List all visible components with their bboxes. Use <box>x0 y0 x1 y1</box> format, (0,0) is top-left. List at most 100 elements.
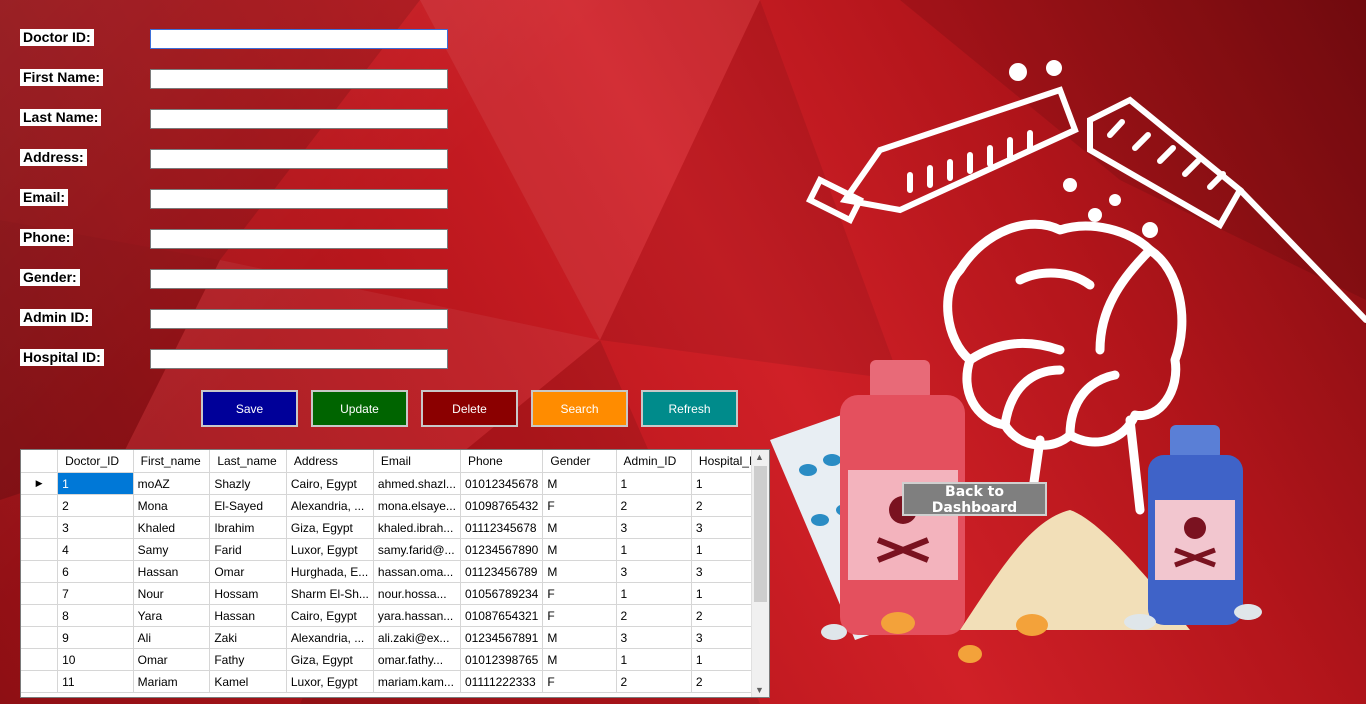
cell-first-name[interactable]: Hassan <box>133 560 211 583</box>
cell-gender[interactable]: M <box>542 538 617 561</box>
table-row[interactable]: 4 Samy Farid Luxor, Egypt samy.farid@... 0123… <box>21 538 769 561</box>
cell-admin-id[interactable]: 1 <box>616 472 692 495</box>
row-header[interactable] <box>21 648 59 671</box>
cell-doctor-id[interactable]: 9 <box>57 626 134 649</box>
scroll-up-icon[interactable]: ▲ <box>755 452 764 462</box>
cell-doctor-id[interactable]: 10 <box>57 648 134 671</box>
vertical-scrollbar[interactable]: ▲ ▼ <box>751 450 769 697</box>
cell-address[interactable]: Giza, Egypt <box>286 516 374 539</box>
column-header-address[interactable]: Address <box>286 450 374 473</box>
cell-last-name[interactable]: Farid <box>209 538 287 561</box>
cell-doctor-id[interactable]: 7 <box>57 582 134 605</box>
address-input[interactable] <box>150 149 448 169</box>
cell-email[interactable]: nour.hossa... <box>373 582 461 605</box>
cell-address[interactable]: Luxor, Egypt <box>286 538 374 561</box>
cell-phone[interactable]: 01056789234 <box>460 582 544 605</box>
hospital-id-input[interactable] <box>150 349 448 369</box>
cell-phone[interactable]: 01012398765 <box>460 648 544 671</box>
cell-admin-id[interactable]: 1 <box>616 582 692 605</box>
cell-phone[interactable]: 01111222333 <box>460 670 544 693</box>
cell-gender[interactable]: M <box>542 648 617 671</box>
cell-last-name[interactable]: Kamel <box>209 670 287 693</box>
doctor-id-input[interactable] <box>150 29 448 49</box>
table-row[interactable]: 3 Khaled Ibrahim Giza, Egypt khaled.ibrah...… <box>21 516 769 539</box>
phone-input[interactable] <box>150 229 448 249</box>
column-header-gender[interactable]: Gender <box>542 450 617 473</box>
cell-phone[interactable]: 01123456789 <box>460 560 544 583</box>
cell-admin-id[interactable]: 3 <box>616 626 692 649</box>
table-row[interactable]: 2 Mona El-Sayed Alexandria, ... mona.elsaye.… <box>21 494 769 517</box>
column-header-phone[interactable]: Phone <box>460 450 544 473</box>
column-header-email[interactable]: Email <box>373 450 461 473</box>
cell-first-name[interactable]: Yara <box>133 604 211 627</box>
cell-email[interactable]: mona.elsaye... <box>373 494 461 517</box>
cell-phone[interactable]: 01012345678 <box>460 472 544 495</box>
cell-doctor-id[interactable]: 3 <box>57 516 134 539</box>
column-header-admin-id[interactable]: Admin_ID <box>616 450 692 473</box>
cell-address[interactable]: Giza, Egypt <box>286 648 374 671</box>
table-row[interactable]: 10 Omar Fathy Giza, Egypt omar.fathy... 01012… <box>21 648 769 671</box>
cell-first-name[interactable]: Mariam <box>133 670 211 693</box>
doctors-data-grid[interactable]: Doctor_ID First_name Last_name Address Email… <box>20 449 770 698</box>
admin-id-input[interactable] <box>150 309 448 329</box>
cell-email[interactable]: omar.fathy... <box>373 648 461 671</box>
cell-first-name[interactable]: Ali <box>133 626 211 649</box>
table-row[interactable]: 9 Ali Zaki Alexandria, ... ali.zaki@ex... 012… <box>21 626 769 649</box>
cell-email[interactable]: hassan.oma... <box>373 560 461 583</box>
cell-address[interactable]: Cairo, Egypt <box>286 472 374 495</box>
cell-address[interactable]: Cairo, Egypt <box>286 604 374 627</box>
cell-last-name[interactable]: El-Sayed <box>209 494 287 517</box>
cell-email[interactable]: yara.hassan... <box>373 604 461 627</box>
refresh-button[interactable]: Refresh <box>641 390 738 427</box>
row-header[interactable] <box>21 494 59 517</box>
scroll-thumb[interactable] <box>754 466 767 602</box>
cell-email[interactable]: ali.zaki@ex... <box>373 626 461 649</box>
row-header[interactable] <box>21 670 59 693</box>
cell-first-name[interactable]: Mona <box>133 494 211 517</box>
cell-admin-id[interactable]: 1 <box>616 648 692 671</box>
cell-phone[interactable]: 01087654321 <box>460 604 544 627</box>
cell-phone[interactable]: 01112345678 <box>460 516 544 539</box>
cell-address[interactable]: Alexandria, ... <box>286 626 374 649</box>
back-to-dashboard-button[interactable]: Back to Dashboard <box>902 482 1047 516</box>
cell-gender[interactable]: M <box>542 516 617 539</box>
cell-address[interactable]: Sharm El-Sh... <box>286 582 374 605</box>
table-row[interactable]: ▶ 1 moAZ Shazly Cairo, Egypt ahmed.shazl... 01… <box>21 472 769 495</box>
email-input[interactable] <box>150 189 448 209</box>
last-name-input[interactable] <box>150 109 448 129</box>
cell-address[interactable]: Hurghada, E... <box>286 560 374 583</box>
cell-gender[interactable]: F <box>542 604 617 627</box>
column-header-last-name[interactable]: Last_name <box>209 450 287 473</box>
table-row[interactable]: 8 Yara Hassan Cairo, Egypt yara.hassan... 010… <box>21 604 769 627</box>
table-row[interactable]: 7 Nour Hossam Sharm El-Sh... nour.hossa... 01… <box>21 582 769 605</box>
cell-doctor-id[interactable]: 11 <box>57 670 134 693</box>
cell-doctor-id[interactable]: 6 <box>57 560 134 583</box>
cell-address[interactable]: Luxor, Egypt <box>286 670 374 693</box>
cell-admin-id[interactable]: 2 <box>616 670 692 693</box>
first-name-input[interactable] <box>150 69 448 89</box>
cell-phone[interactable]: 01098765432 <box>460 494 544 517</box>
table-row[interactable]: 6 Hassan Omar Hurghada, E... hassan.oma... 01… <box>21 560 769 583</box>
cell-admin-id[interactable]: 1 <box>616 538 692 561</box>
cell-doctor-id[interactable]: 4 <box>57 538 134 561</box>
cell-last-name[interactable]: Omar <box>209 560 287 583</box>
cell-email[interactable]: samy.farid@... <box>373 538 461 561</box>
cell-email[interactable]: ahmed.shazl... <box>373 472 461 495</box>
save-button[interactable]: Save <box>201 390 298 427</box>
cell-first-name[interactable]: Khaled <box>133 516 211 539</box>
search-button[interactable]: Search <box>531 390 628 427</box>
cell-last-name[interactable]: Fathy <box>209 648 287 671</box>
row-header[interactable] <box>21 582 59 605</box>
cell-phone[interactable]: 01234567891 <box>460 626 544 649</box>
cell-first-name[interactable]: Samy <box>133 538 211 561</box>
row-header[interactable] <box>21 626 59 649</box>
cell-address[interactable]: Alexandria, ... <box>286 494 374 517</box>
cell-first-name[interactable]: moAZ <box>133 472 211 495</box>
row-header[interactable] <box>21 560 59 583</box>
cell-first-name[interactable]: Omar <box>133 648 211 671</box>
cell-last-name[interactable]: Ibrahim <box>209 516 287 539</box>
cell-doctor-id[interactable]: 1 <box>57 472 134 495</box>
gender-input[interactable] <box>150 269 448 289</box>
cell-last-name[interactable]: Shazly <box>209 472 287 495</box>
cell-gender[interactable]: M <box>542 472 617 495</box>
